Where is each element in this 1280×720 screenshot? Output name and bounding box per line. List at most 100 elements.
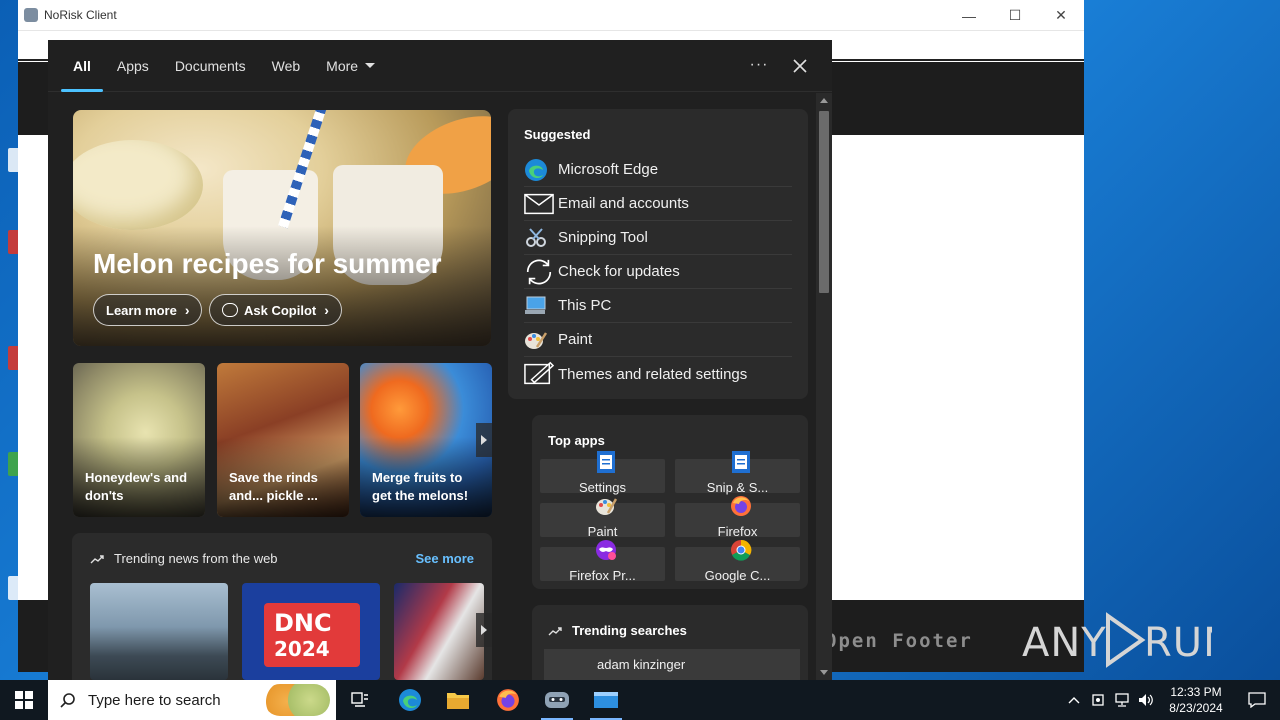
suggested-item-email-accounts[interactable]: Email and accounts [524,187,792,221]
notification-icon [1248,692,1266,708]
trending-icon [548,626,562,635]
folder-icon [447,693,469,709]
volume-icon [1139,694,1153,706]
story-card[interactable]: Save the rinds and... pickle ... [217,363,349,517]
taskbar-norisk-client[interactable] [533,680,581,720]
scroll-up-arrow-icon[interactable] [820,98,828,103]
chevron-down-icon [365,63,376,68]
trending-news-section: Trending news from the web See more DNC … [72,533,492,680]
vertical-scrollbar[interactable] [816,93,832,680]
network-button[interactable] [1110,680,1134,720]
news-thumbnail[interactable]: DNC 2024 [242,583,380,680]
tab-apps[interactable]: Apps [104,40,162,92]
suggested-section: Suggested Microsoft Edge Email and accou… [508,109,808,399]
windows-search-flyout: All Apps Documents Web More ··· Melon re… [48,40,832,680]
open-footer-label[interactable]: Open Footer [825,630,973,652]
tray-device-button[interactable] [1086,680,1110,720]
document-icon [597,451,615,473]
trending-search-item[interactable]: adam kinzinger [544,649,800,680]
show-hidden-icons-button[interactable] [1062,680,1086,720]
tab-more[interactable]: More [313,40,388,92]
suggested-item-microsoft-edge[interactable]: Microsoft Edge [524,153,792,187]
device-icon [1092,694,1104,706]
firefox-private-icon [596,540,616,560]
norisk-client-icon [545,692,569,708]
news-next-button[interactable] [476,613,492,647]
close-icon [793,59,807,73]
story-card-title: Merge fruits to get the melons! [372,470,469,503]
minimize-button[interactable]: — [946,0,992,31]
tab-web[interactable]: Web [259,40,314,92]
hero-card-melon-recipes[interactable]: Melon recipes for summer Learn more › Ask… [73,110,491,346]
trending-searches-heading: Trending searches [572,623,687,638]
trending-icon [90,554,104,563]
story-card[interactable]: Merge fruits to get the melons! [360,363,492,517]
suggested-item-check-updates[interactable]: Check for updates [524,255,792,289]
window-app-icon [594,692,618,708]
dnc-logo: DNC 2024 [264,603,360,667]
taskbar-file-explorer[interactable] [434,680,482,720]
sync-icon [526,259,552,284]
taskbar-clock[interactable]: 12:33 PM 8/23/2024 [1158,684,1234,716]
hero-title: Melon recipes for summer [93,248,442,279]
chat-icon [222,303,238,317]
tab-documents[interactable]: Documents [162,40,259,92]
chevron-up-icon [1068,697,1080,704]
window-title: NoRisk Client [44,8,117,22]
chevron-right-icon [481,435,487,445]
start-button[interactable] [0,680,48,720]
anyrun-watermark-logo: ANY RUN [1022,610,1212,670]
volume-button[interactable] [1134,680,1158,720]
news-thumbnail[interactable] [394,583,484,680]
suggested-item-paint[interactable]: Paint [524,323,792,357]
taskbar-search-box[interactable]: Type here to search [48,680,336,720]
scrollbar-thumb[interactable] [819,111,829,293]
top-app-firefox[interactable]: Firefox [675,496,800,539]
story-cards-next-button[interactable] [476,423,492,457]
anyrun-logo-icon: ANY RUN [1022,612,1212,668]
taskbar: Type here to search 12:33 PM 8/23/2024 [0,680,1280,720]
see-more-link[interactable]: See more [415,551,474,566]
taskbar-edge[interactable] [386,680,434,720]
story-card[interactable]: Honeydew's and don'ts [73,363,205,517]
top-app-google-chrome[interactable]: Google C... [675,539,800,583]
chevron-right-icon [481,625,487,635]
snipping-tool-icon [526,227,546,247]
windows-logo-icon [15,691,33,709]
close-search-button[interactable] [788,54,812,78]
themes-icon [524,361,554,385]
taskbar-app-window[interactable] [582,680,630,720]
mail-icon [524,193,554,214]
paint-icon [525,331,548,349]
task-view-button[interactable] [336,680,384,720]
top-app-settings[interactable]: Settings [540,451,665,495]
search-filter-tabs: All Apps Documents Web More ··· [48,40,832,92]
close-window-button[interactable]: ✕ [1038,0,1084,31]
window-titlebar[interactable]: NoRisk Client — ☐ ✕ [18,0,1084,31]
edge-icon [399,689,421,711]
chevron-right-icon: › [324,302,329,318]
suggested-item-snipping-tool[interactable]: Snipping Tool [524,221,792,255]
svg-text:RUN: RUN [1144,620,1212,666]
story-card-title: Save the rinds and... pickle ... [229,470,318,503]
tab-all[interactable]: All [60,40,104,92]
clock-date: 8/23/2024 [1169,701,1223,715]
top-app-snip-sketch[interactable]: Snip & S... [675,451,800,495]
search-input[interactable]: Type here to search [88,692,221,709]
more-options-button[interactable]: ··· [748,54,770,76]
svg-text:ANY: ANY [1022,620,1107,666]
scroll-down-arrow-icon[interactable] [820,670,828,675]
action-center-button[interactable] [1234,680,1280,720]
top-app-firefox-private[interactable]: Firefox Pr... [540,540,665,583]
maximize-button[interactable]: ☐ [992,0,1038,31]
top-apps-section: Top apps Settings Snip & S... Paint Fire… [532,415,808,589]
story-card-title: Honeydew's and don'ts [85,470,188,503]
suggested-heading: Suggested [524,127,591,142]
suggested-item-themes-settings[interactable]: Themes and related settings [524,357,792,391]
news-thumbnail[interactable] [90,583,228,680]
taskbar-firefox[interactable] [484,680,532,720]
ask-copilot-button[interactable]: Ask Copilot › [209,294,342,326]
learn-more-button[interactable]: Learn more › [93,294,203,326]
top-app-paint[interactable]: Paint [540,498,665,539]
suggested-item-this-pc[interactable]: This PC [524,289,792,323]
